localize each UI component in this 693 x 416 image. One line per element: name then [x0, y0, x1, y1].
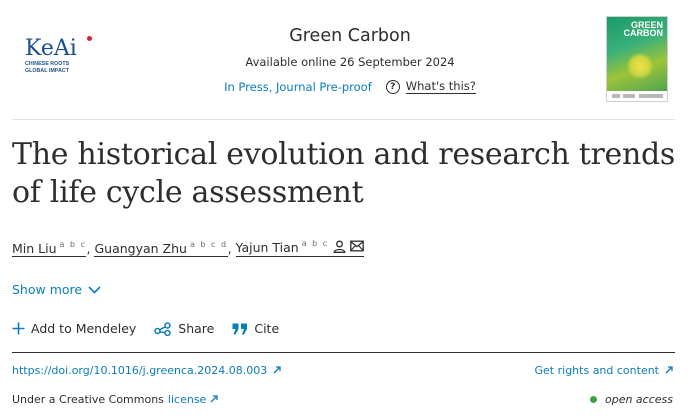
- add-to-mendeley-button[interactable]: Add to Mendeley: [12, 321, 136, 336]
- journal-title[interactable]: Green Carbon: [150, 26, 550, 46]
- author-link[interactable]: Min Liu a b c: [12, 239, 87, 257]
- get-rights-link[interactable]: Get rights and content: [535, 364, 673, 377]
- person-icon: [333, 240, 346, 256]
- cover-title-line-2: CARBON: [623, 28, 664, 38]
- actions-divider: [12, 352, 675, 353]
- external-link-icon: [210, 393, 218, 406]
- author-name: Guangyan Zhu: [94, 240, 187, 256]
- cite-button[interactable]: Cite: [232, 321, 279, 336]
- author-name: Min Liu: [12, 240, 57, 256]
- chevron-down-icon: [88, 282, 101, 297]
- page-header: KeAi CHINESE ROOTS GLOBAL IMPACT Green C…: [0, 0, 693, 118]
- cite-label: Cite: [254, 321, 280, 336]
- header-divider: [12, 119, 675, 120]
- external-link-icon: [273, 364, 281, 377]
- in-press-link[interactable]: In Press, Journal Pre-proof: [224, 80, 372, 94]
- journal-status: In Press, Journal Pre-proof ? What's thi…: [150, 80, 550, 94]
- author-separator: ,: [227, 241, 232, 256]
- question-icon: ?: [385, 80, 400, 94]
- article-actions: Add to Mendeley Share Cite: [12, 321, 297, 336]
- author-affiliation: a b c: [59, 239, 87, 249]
- publisher-logo[interactable]: KeAi CHINESE ROOTS GLOBAL IMPACT: [25, 36, 105, 74]
- article-title: The historical evolution and research tr…: [12, 137, 676, 210]
- cover-title: GREEN CARBON: [623, 21, 664, 38]
- author-name: Yajun Tian: [235, 240, 299, 255]
- quote-icon: [232, 323, 248, 335]
- share-icon: [154, 321, 172, 336]
- share-label: Share: [178, 321, 215, 336]
- logo-dot: [87, 36, 92, 41]
- doi-url: https://doi.org/10.1016/j.greenca.2024.0…: [12, 364, 268, 377]
- mail-icon: [349, 240, 364, 255]
- license-info: Under a Creative Commons license: [12, 393, 218, 406]
- journal-cover-image[interactable]: GREEN CARBON: [606, 16, 668, 102]
- open-access-label: open access: [604, 393, 673, 406]
- publisher-tagline-2: GLOBAL IMPACT: [25, 67, 70, 74]
- available-online-date: Available online 26 September 2024: [245, 55, 455, 69]
- author-link[interactable]: Guangyan Zhu a b c d: [94, 239, 228, 257]
- plus-icon: [12, 322, 25, 335]
- doi-link[interactable]: https://doi.org/10.1016/j.greenca.2024.0…: [12, 364, 281, 377]
- author-affiliation: a b c d: [189, 239, 228, 249]
- publisher-name: KeAi: [25, 36, 77, 61]
- open-access-dot-icon: [589, 396, 597, 403]
- author-link-corresponding[interactable]: Yajun Tian a b c: [235, 239, 364, 257]
- share-button[interactable]: Share: [154, 321, 214, 336]
- whats-this-button[interactable]: ? What's this?: [385, 79, 476, 94]
- rights-label: Get rights and content: [534, 364, 659, 377]
- mendeley-label: Add to Mendeley: [31, 321, 137, 336]
- cover-artwork: [627, 53, 653, 79]
- open-access-badge: open access: [589, 393, 673, 406]
- author-separator: ,: [86, 241, 91, 256]
- journal-info: Green Carbon Available online 26 Septemb…: [150, 26, 550, 94]
- external-link-icon: [665, 364, 673, 377]
- cover-footer: [607, 91, 667, 101]
- show-more-button[interactable]: Show more: [12, 282, 101, 297]
- show-more-label: Show more: [12, 282, 83, 297]
- author-list: Min Liu a b c , Guangyan Zhu a b c d , Y…: [12, 240, 364, 257]
- author-affiliation: a b c: [301, 239, 329, 248]
- license-prefix: Under a Creative Commons: [12, 393, 164, 406]
- license-link[interactable]: license: [168, 393, 206, 406]
- whats-this-label: What's this?: [405, 79, 476, 94]
